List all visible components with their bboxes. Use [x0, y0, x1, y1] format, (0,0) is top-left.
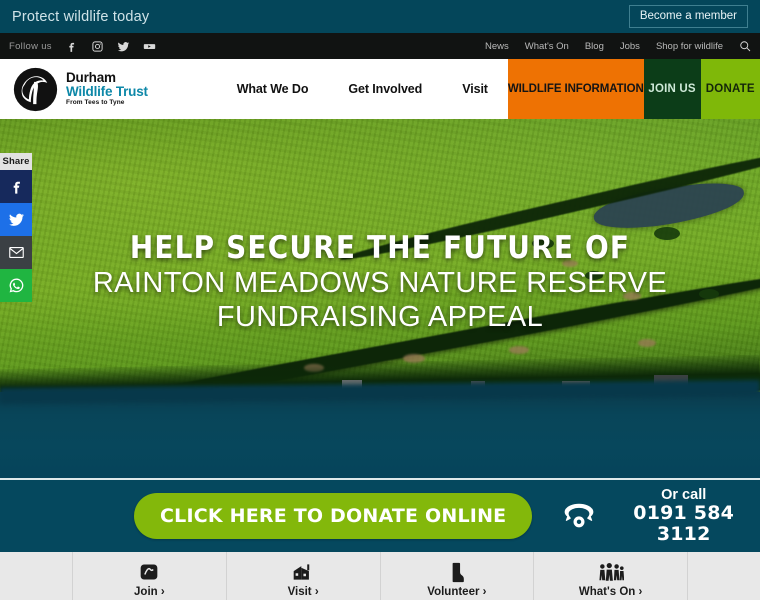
whatsapp-icon	[9, 278, 23, 293]
become-a-member-button[interactable]: Become a member	[628, 4, 748, 29]
primary-nav-items: What We Do Get Involved Visit	[217, 59, 508, 119]
twitter-icon[interactable]	[117, 40, 130, 53]
secondary-link-news[interactable]: News	[485, 41, 509, 52]
facebook-icon[interactable]	[65, 40, 78, 53]
phone-call-block: Or call 0191 584 3112	[562, 487, 760, 546]
phone-text: Or call 0191 584 3112	[607, 487, 760, 546]
nav-item-join-us[interactable]: JOIN US	[643, 59, 701, 119]
social-secondary-bar: Follow us News What's On Blog Jobs Shop …	[0, 33, 760, 59]
tile-visit-label: Visit ›	[287, 586, 319, 598]
tile-join[interactable]: Join ›	[72, 552, 226, 600]
share-rail: Share	[0, 153, 32, 302]
secondary-link-jobs[interactable]: Jobs	[620, 41, 640, 52]
telephone-icon	[562, 502, 596, 529]
follow-us-label: Follow us	[9, 40, 52, 52]
social-links-group: Follow us	[9, 40, 156, 53]
share-email-button[interactable]	[0, 236, 32, 269]
brand-wordmark: Durham Wildlife Trust From Tees to Tyne	[66, 69, 148, 107]
visitor-centre-icon	[292, 561, 314, 583]
donate-online-button[interactable]: CLICK HERE TO DONATE ONLINE	[134, 493, 533, 539]
quick-links-tiles: Join › Visit › Volunteer › What's On ›	[0, 552, 760, 600]
badger-logo-icon	[12, 66, 59, 113]
nav-item-what-we-do[interactable]: What We Do	[217, 82, 329, 96]
tile-whats-on-label: What's On ›	[578, 586, 643, 598]
call-label: Or call	[661, 486, 707, 503]
share-whatsapp-button[interactable]	[0, 269, 32, 302]
brand-line-durham: Durham	[66, 69, 116, 85]
share-label: Share	[0, 153, 32, 170]
hero-headline-line-2: RAINTON MEADOWS NATURE RESERVE	[92, 267, 668, 300]
nav-item-donate[interactable]: DONATE	[700, 59, 760, 119]
facebook-icon	[13, 181, 20, 194]
tile-whats-on[interactable]: What's On ›	[533, 552, 688, 600]
page-root: Protect wildlife today Become a member F…	[0, 0, 760, 600]
donate-cta-band: CLICK HERE TO DONATE ONLINE Or call 0191…	[0, 480, 760, 552]
instagram-icon[interactable]	[91, 40, 104, 53]
hero-headline: HELP SECURE THE FUTURE OF RAINTON MEADOW…	[0, 230, 760, 335]
people-group-icon	[598, 561, 624, 583]
utility-bar: Protect wildlife today Become a member	[0, 0, 760, 33]
twitter-icon	[8, 213, 24, 226]
hero-banner: HELP SECURE THE FUTURE OF RAINTON MEADOW…	[0, 119, 760, 480]
tile-volunteer-label: Volunteer ›	[427, 586, 487, 598]
main-navigation: Durham Wildlife Trust From Tees to Tyne …	[0, 59, 760, 119]
nav-item-get-involved[interactable]: Get Involved	[328, 82, 442, 96]
tile-visit[interactable]: Visit ›	[225, 552, 380, 600]
nav-item-wildlife-information[interactable]: WILDLIFE INFORMATION	[507, 59, 644, 119]
phone-number: 0191 584 3112	[633, 501, 735, 546]
share-twitter-button[interactable]	[0, 203, 32, 236]
utility-tagline: Protect wildlife today	[12, 8, 150, 25]
secondary-nav-links: News What's On Blog Jobs Shop for wildli…	[485, 40, 751, 52]
wellington-boot-icon	[449, 561, 465, 583]
membership-card-icon	[139, 561, 159, 583]
secondary-link-shop-for-wildlife[interactable]: Shop for wildlife	[656, 41, 723, 52]
email-icon	[8, 246, 24, 259]
secondary-link-blog[interactable]: Blog	[585, 41, 604, 52]
nav-item-visit[interactable]: Visit	[442, 82, 508, 96]
share-facebook-button[interactable]	[0, 170, 32, 203]
search-icon[interactable]	[739, 40, 751, 52]
tile-volunteer[interactable]: Volunteer ›	[379, 552, 534, 600]
hero-headline-line-3: FUNDRAISING APPEAL	[216, 301, 544, 334]
brand-line-tagline: From Tees to Tyne	[66, 99, 125, 107]
hero-headline-line-1: HELP SECURE THE FUTURE OF	[129, 230, 631, 266]
site-logo[interactable]: Durham Wildlife Trust From Tees to Tyne	[0, 59, 217, 119]
brand-line-wildlife-trust: Wildlife Trust	[66, 84, 148, 100]
youtube-icon[interactable]	[143, 40, 156, 53]
tile-join-label: Join ›	[134, 586, 165, 598]
secondary-link-whats-on[interactable]: What's On	[525, 41, 569, 52]
